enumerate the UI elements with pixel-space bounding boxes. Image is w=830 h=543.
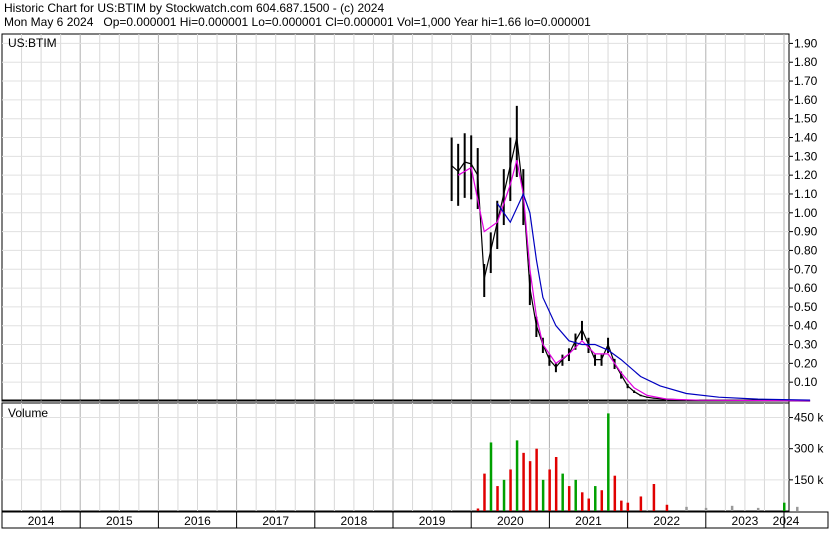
price-tick-label: 1.00: [794, 206, 818, 220]
year-label: 2024: [773, 514, 800, 528]
year-label: 2021: [575, 514, 602, 528]
year-label: 2017: [262, 514, 289, 528]
volume-bar: [496, 486, 499, 511]
price-tick-label: 1.60: [794, 93, 818, 107]
price-tick-label: 1.10: [794, 187, 818, 201]
price-tick-label: 0.10: [794, 375, 818, 389]
price-tick-label: 1.50: [794, 112, 818, 126]
year-label: 2014: [28, 514, 55, 528]
price-tick-label: 1.70: [794, 74, 818, 88]
volume-bar: [489, 442, 493, 511]
historic-chart: 1.90 1.80 1.70 1.60 1.50 1.40 1.30 1.20 1.10 1.00…: [1, 33, 829, 529]
volume-bar: [522, 452, 525, 511]
price-tick-label: 1.30: [794, 149, 818, 163]
volume-bar: [509, 469, 512, 511]
volume-tick-label: 150 k: [794, 473, 824, 487]
volume-bar: [515, 440, 519, 511]
volume-panel-label: Volume: [8, 406, 48, 420]
volume-bar: [587, 498, 590, 511]
volume-bar: [567, 486, 571, 511]
volume-bar: [502, 479, 506, 511]
price-tick-label: 0.30: [794, 338, 818, 352]
volume-bar: [528, 461, 532, 511]
volume-bar: [561, 473, 564, 511]
price-tick-label: 0.20: [794, 356, 818, 370]
volume-bar: [594, 486, 597, 511]
volume-panel: 450 k 300 k 150 k Volume: [1, 402, 824, 512]
year-label: 2015: [106, 514, 133, 528]
volume-tick-label: 300 k: [794, 442, 824, 456]
price-tick-label: 0.60: [794, 281, 818, 295]
volume-bar: [639, 496, 643, 511]
volume-bar: [554, 457, 558, 511]
volume-bar: [756, 507, 760, 511]
volume-bar: [685, 506, 688, 511]
volume-bar: [626, 502, 630, 511]
price-tick-label: 0.80: [794, 243, 818, 257]
volume-bar: [796, 506, 799, 511]
volume-bar: [665, 504, 669, 511]
volume-bar: [652, 484, 656, 511]
year-label: 2020: [497, 514, 524, 528]
year-label: 2022: [653, 514, 680, 528]
price-panel-label: US:BTIM: [8, 36, 57, 50]
volume-bar: [613, 475, 617, 511]
price-tick-label: 1.40: [794, 131, 818, 145]
volume-bar: [580, 492, 584, 511]
volume-bar: [783, 502, 786, 511]
volume-bar: [541, 479, 545, 511]
price-tick-label: 1.80: [794, 55, 818, 69]
volume-bar: [600, 490, 604, 511]
price-tick-label: 0.70: [794, 262, 818, 276]
price-tick-label: 0.40: [794, 319, 818, 333]
volume-bar: [535, 448, 538, 511]
volume-bar: [476, 508, 480, 511]
price-tick-label: 0.50: [794, 300, 818, 314]
volume-bar: [607, 413, 610, 511]
price-tick-label: 0.90: [794, 225, 818, 239]
volume-tick-label: 450 k: [794, 411, 824, 425]
year-label: 2019: [419, 514, 446, 528]
volume-bar: [704, 507, 708, 511]
price-plot-area: [1, 33, 790, 402]
volume-bar: [730, 505, 734, 511]
year-label: 2016: [184, 514, 211, 528]
volume-bar: [574, 479, 577, 511]
price-tick-label: 1.20: [794, 168, 818, 182]
year-label: 2023: [732, 514, 759, 528]
volume-bar: [548, 469, 551, 511]
year-axis: 2014 2015 2016 2017 2018 2019 2020 2021 2022 2023…: [1, 511, 829, 529]
volume-plot-area: [1, 402, 790, 512]
price-tick-label: 1.90: [794, 36, 818, 50]
volume-bar: [483, 473, 486, 511]
year-label: 2018: [341, 514, 368, 528]
volume-bar: [620, 500, 623, 511]
